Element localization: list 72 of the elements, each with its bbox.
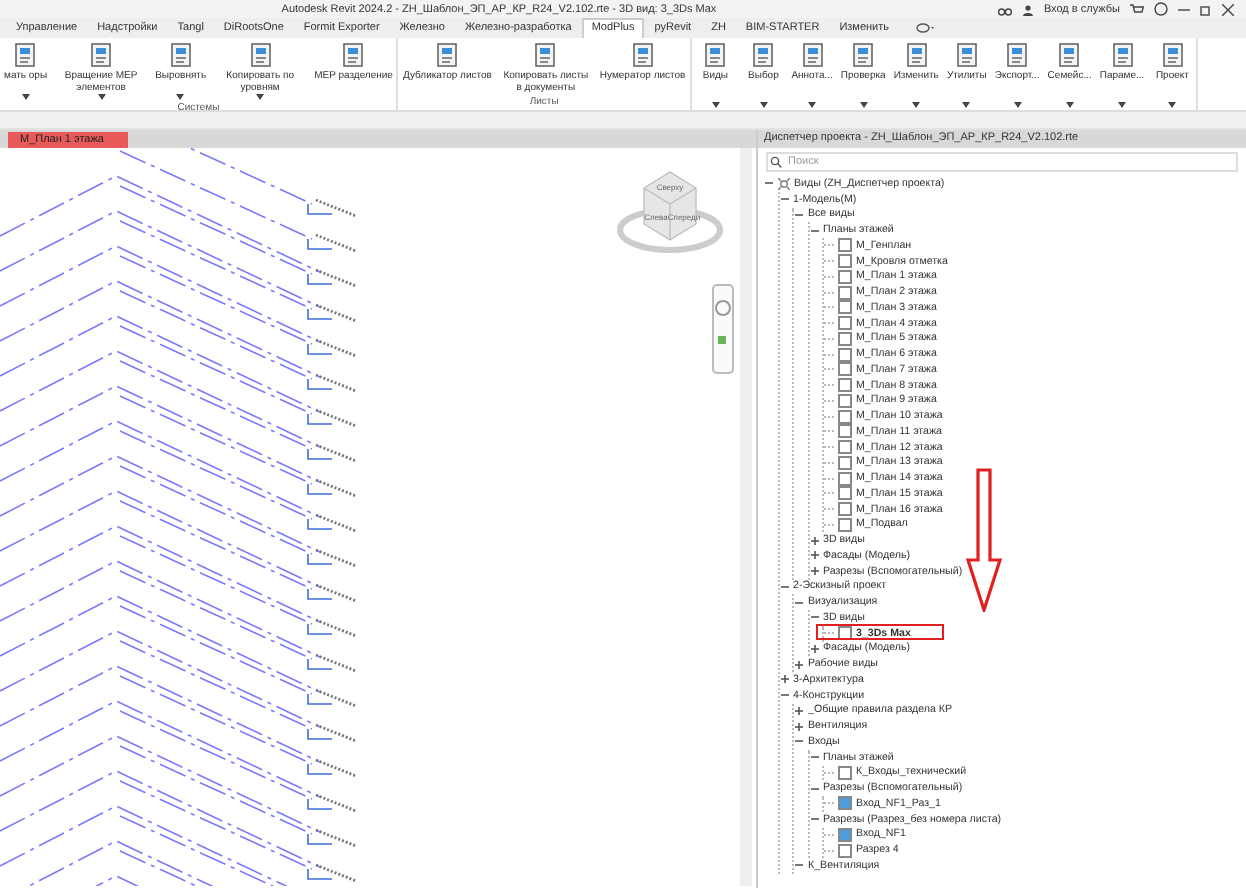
caret-icon [912, 102, 921, 108]
caret-icon [97, 94, 106, 100]
collapse-icon[interactable] [809, 814, 819, 825]
view-checkbox[interactable] [838, 486, 852, 501]
caret-icon [21, 94, 30, 100]
view-checkbox[interactable] [838, 362, 852, 377]
view-checkbox[interactable] [838, 331, 852, 346]
collapse-icon[interactable] [779, 194, 789, 205]
view-checkbox[interactable] [838, 502, 852, 517]
caret-icon [176, 94, 185, 100]
minimize-icon[interactable] [1178, 3, 1190, 15]
view-checkbox[interactable] [838, 269, 852, 284]
view-checkbox[interactable] [838, 254, 852, 269]
collapse-icon[interactable] [764, 178, 774, 189]
expand-icon[interactable] [794, 659, 804, 670]
view-checkbox[interactable] [838, 424, 852, 439]
caret-icon [1168, 102, 1177, 108]
scrollbar[interactable] [740, 148, 752, 886]
collapse-icon[interactable] [794, 736, 804, 747]
expand-icon[interactable] [794, 705, 804, 716]
collapse-icon[interactable] [779, 690, 789, 701]
restore-icon[interactable] [1200, 3, 1212, 15]
caret-icon [1118, 102, 1127, 108]
view-checkbox[interactable] [838, 409, 852, 424]
caret-icon [808, 102, 817, 108]
expand-icon[interactable] [809, 643, 819, 654]
view-checkbox[interactable] [838, 347, 852, 362]
close-icon[interactable] [1222, 3, 1234, 15]
view-checkbox[interactable] [838, 765, 852, 780]
binoculars-icon[interactable] [997, 3, 1012, 15]
view-checkbox[interactable] [838, 455, 852, 470]
collapse-icon[interactable] [794, 597, 804, 608]
view-checkbox[interactable] [838, 393, 852, 408]
navigation-bar-drawing[interactable] [712, 284, 734, 374]
view-checkbox[interactable] [838, 238, 852, 253]
help-icon[interactable] [1154, 2, 1168, 16]
annotation-arrow [966, 468, 1002, 612]
views-icon [778, 177, 790, 190]
caret-icon [962, 102, 971, 108]
expand-icon[interactable] [809, 535, 819, 546]
caret-icon [1065, 102, 1074, 108]
collapse-icon[interactable] [809, 612, 819, 623]
caret-icon [256, 94, 265, 100]
view-checkbox[interactable] [838, 827, 852, 842]
expand-icon[interactable] [809, 566, 819, 577]
view-checkbox[interactable] [838, 300, 852, 315]
view-checkbox[interactable] [838, 471, 852, 486]
expand-icon[interactable] [779, 674, 789, 685]
collapse-icon[interactable] [809, 783, 819, 794]
view-checkbox[interactable] [838, 843, 852, 858]
expand-icon[interactable] [794, 721, 804, 732]
view-checkbox[interactable] [838, 285, 852, 300]
view-checkbox[interactable] [838, 378, 852, 393]
view-checkbox[interactable] [838, 440, 852, 455]
collapse-icon[interactable] [794, 860, 804, 871]
caret-icon [859, 102, 868, 108]
view-checkbox[interactable] [838, 316, 852, 331]
view-checkbox[interactable] [838, 796, 852, 811]
collapse-icon[interactable] [809, 225, 819, 236]
caret-icon [1013, 102, 1022, 108]
cart-icon[interactable] [1130, 3, 1144, 15]
highlight-frame [816, 623, 944, 641]
user-icon[interactable] [1021, 3, 1034, 15]
caret-icon [711, 102, 720, 108]
panel-toggle-icon[interactable] [915, 22, 936, 34]
caret-icon [759, 102, 768, 108]
collapse-icon[interactable] [779, 581, 789, 592]
collapse-icon[interactable] [794, 209, 804, 220]
view-checkbox[interactable] [838, 517, 852, 532]
expand-icon[interactable] [809, 550, 819, 561]
search-icon [770, 156, 782, 168]
collapse-icon[interactable] [809, 752, 819, 763]
